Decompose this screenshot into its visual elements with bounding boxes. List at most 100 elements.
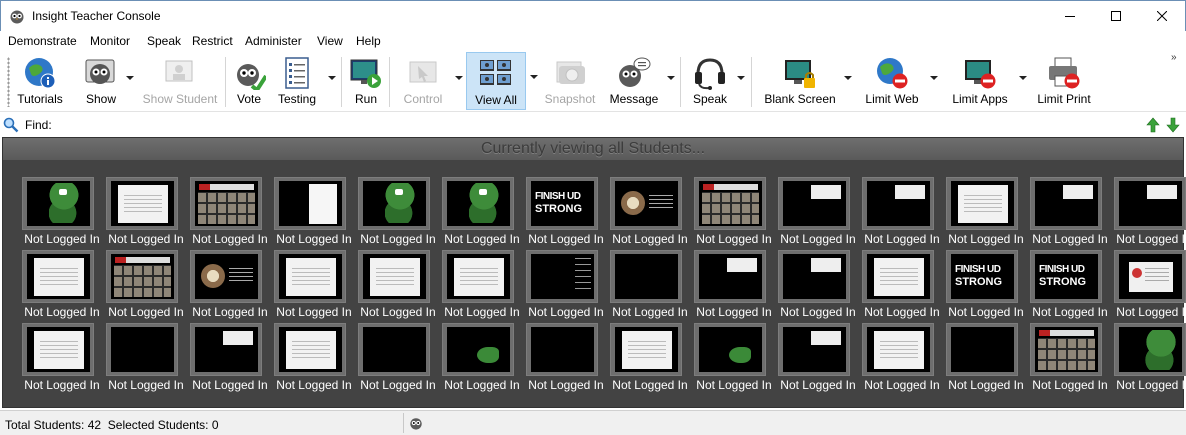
run-button[interactable]: Run (347, 52, 385, 110)
student-tile[interactable]: Not Logged In (20, 175, 100, 247)
testing-button[interactable]: Testing (275, 52, 319, 110)
vote-button[interactable]: Vote (230, 52, 268, 110)
student-tile[interactable]: Not Logged In (356, 248, 436, 320)
blank-screen-button[interactable]: Blank Screen (762, 52, 838, 110)
student-tile[interactable]: Not Logged In (944, 321, 1024, 393)
find-input[interactable] (96, 114, 1136, 136)
view-all-dropdown-arrow[interactable] (530, 75, 538, 79)
test-sheet-icon (285, 57, 309, 89)
view-all-button[interactable]: View All (466, 52, 526, 110)
toolbar-grip[interactable] (7, 57, 10, 107)
control-button[interactable]: Control (395, 52, 451, 110)
tutorials-button[interactable]: Tutorials (14, 52, 66, 110)
student-status-label: Not Logged In (1116, 378, 1186, 392)
student-tile[interactable]: FINISH UD STRONG Not Logged In (1028, 248, 1108, 320)
student-thumbnail-frame (610, 250, 682, 303)
student-tile[interactable]: Not Logged In (944, 175, 1024, 247)
show-button[interactable]: Show (80, 52, 122, 110)
limit-web-button[interactable]: Limit Web (860, 52, 924, 110)
student-tile[interactable]: Not Logged In (692, 175, 772, 247)
toolbar-overflow-button[interactable]: » (1171, 52, 1177, 63)
show-student-button[interactable]: Show Student (142, 52, 218, 110)
student-tile[interactable]: Not Logged In (104, 321, 184, 393)
student-tile[interactable]: FINISH UD STRONG Not Logged In (944, 248, 1024, 320)
student-status-label: Not Logged In (444, 378, 520, 392)
student-tile[interactable]: Not Logged In (440, 321, 520, 393)
student-tile[interactable]: Not Logged In (20, 248, 100, 320)
student-screen-thumbnail (363, 327, 426, 372)
maximize-button[interactable] (1093, 1, 1139, 31)
student-tile[interactable]: Not Logged In (440, 248, 520, 320)
menu-demonstrate[interactable]: Demonstrate (8, 34, 77, 48)
limit-apps-dropdown-arrow[interactable] (1019, 76, 1027, 80)
arrow-up-icon[interactable] (1146, 117, 1160, 133)
menu-speak[interactable]: Speak (147, 34, 181, 48)
student-tile[interactable]: Not Logged In (860, 175, 940, 247)
student-tile[interactable]: Not Logged In (188, 248, 268, 320)
student-tile[interactable]: Not Logged In (860, 321, 940, 393)
limit-print-button[interactable]: Limit Print (1033, 52, 1095, 110)
limit-web-dropdown-arrow[interactable] (930, 76, 938, 80)
student-thumbnail-frame (1114, 250, 1186, 303)
student-tile[interactable]: Not Logged In (608, 175, 688, 247)
student-screen-thumbnail (1119, 327, 1182, 372)
student-tile[interactable]: Not Logged In (440, 175, 520, 247)
menu-restrict[interactable]: Restrict (192, 34, 233, 48)
student-screen-thumbnail (1119, 181, 1182, 226)
menu-help[interactable]: Help (356, 34, 381, 48)
minimize-icon (1065, 16, 1075, 17)
limit-print-printer-icon (1049, 57, 1080, 89)
student-tile[interactable]: Not Logged In (188, 175, 268, 247)
student-status-label: Not Logged In (24, 378, 100, 392)
message-dropdown-arrow[interactable] (667, 76, 675, 80)
student-status-label: Not Logged In (276, 378, 352, 392)
student-tile[interactable]: Not Logged In (1028, 175, 1108, 247)
student-tile[interactable]: Not Logged In (104, 175, 184, 247)
close-button[interactable] (1139, 1, 1185, 31)
message-button[interactable]: Message (605, 52, 663, 110)
speak-button[interactable]: Speak (688, 52, 732, 110)
student-tile[interactable]: Not Logged In (524, 248, 604, 320)
student-tile[interactable]: Not Logged In (608, 248, 688, 320)
student-tile[interactable]: Not Logged In (860, 248, 940, 320)
owl-icon[interactable] (9, 8, 25, 24)
student-tile[interactable]: Not Logged In (1112, 248, 1186, 320)
student-tile[interactable]: Not Logged In (1112, 175, 1186, 247)
student-tile[interactable]: Not Logged In (776, 175, 856, 247)
student-tile[interactable]: Not Logged In (356, 175, 436, 247)
student-tile[interactable]: Not Logged In (104, 248, 184, 320)
student-tile[interactable]: Not Logged In (1028, 321, 1108, 393)
menu-monitor[interactable]: Monitor (90, 34, 130, 48)
student-tile[interactable]: FINISH UD STRONG Not Logged In (524, 175, 604, 247)
student-tile[interactable]: Not Logged In (356, 321, 436, 393)
toolbar-separator (751, 57, 752, 107)
student-tile[interactable]: Not Logged In (776, 248, 856, 320)
minimize-button[interactable] (1047, 1, 1093, 31)
testing-dropdown-arrow[interactable] (328, 76, 336, 80)
student-tile[interactable]: Not Logged In (608, 321, 688, 393)
student-tile[interactable]: Not Logged In (692, 321, 772, 393)
blank-screen-dropdown-arrow[interactable] (844, 76, 852, 80)
student-status-label: Not Logged In (612, 305, 688, 319)
arrow-down-icon[interactable] (1166, 117, 1180, 133)
student-tile[interactable]: Not Logged In (20, 321, 100, 393)
menu-view[interactable]: View (317, 34, 343, 48)
student-tile[interactable]: Not Logged In (776, 321, 856, 393)
show-dropdown-arrow[interactable] (126, 76, 134, 80)
student-status-label: Not Logged In (864, 232, 940, 246)
student-tile[interactable]: Not Logged In (524, 321, 604, 393)
menu-administer[interactable]: Administer (245, 34, 302, 48)
snapshot-button[interactable]: Snapshot (542, 52, 598, 110)
student-tile[interactable]: Not Logged In (272, 175, 352, 247)
student-tile[interactable]: Not Logged In (188, 321, 268, 393)
student-tile[interactable]: Not Logged In (272, 321, 352, 393)
student-tile[interactable]: Not Logged In (692, 248, 772, 320)
student-tile[interactable]: Not Logged In (1112, 321, 1186, 393)
control-dropdown-arrow[interactable] (455, 76, 463, 80)
student-screen-thumbnail (1035, 327, 1098, 372)
student-thumbnail-frame (862, 323, 934, 376)
student-status-label: Not Logged In (24, 232, 100, 246)
speak-dropdown-arrow[interactable] (737, 76, 745, 80)
student-tile[interactable]: Not Logged In (272, 248, 352, 320)
limit-apps-button[interactable]: Limit Apps (946, 52, 1014, 110)
